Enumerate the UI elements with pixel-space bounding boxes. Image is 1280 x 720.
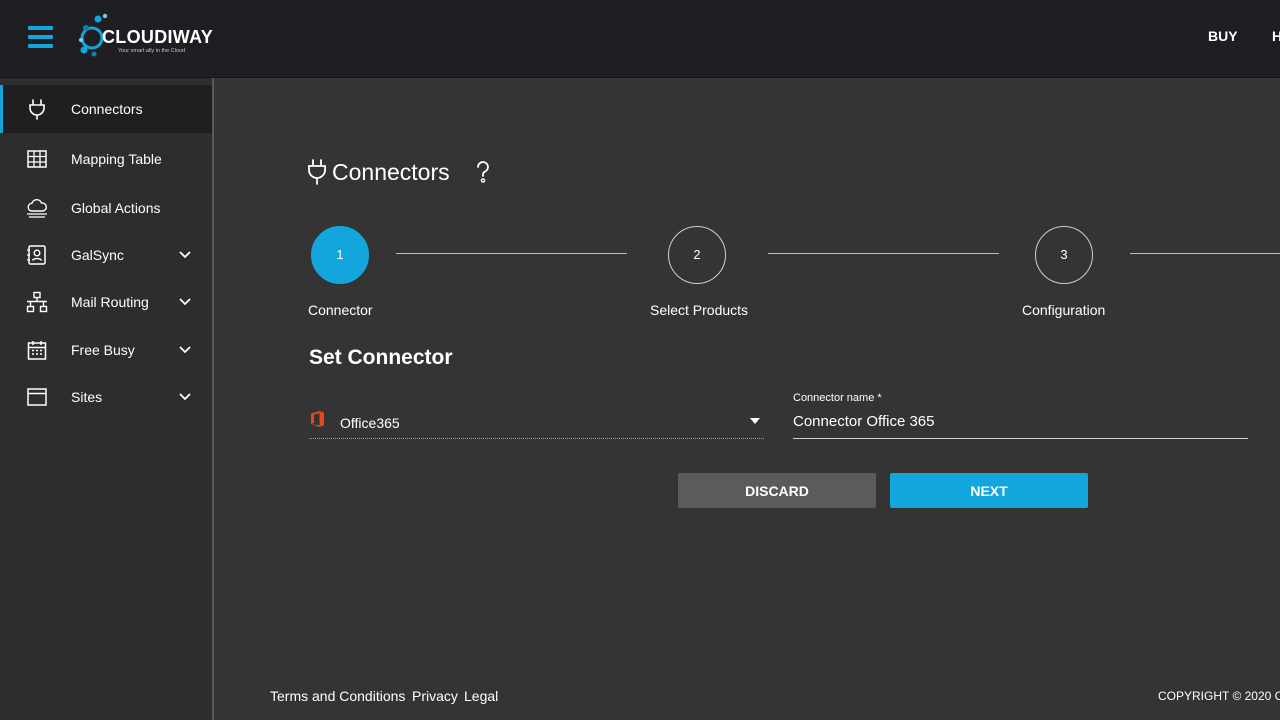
sidebar-item-label: Free Busy [71, 342, 135, 358]
connector-type-select[interactable]: Office365 [309, 406, 764, 439]
help-icon[interactable] [472, 159, 494, 185]
step-connector-line [768, 253, 999, 254]
header-link-truncated[interactable]: H [1272, 28, 1280, 44]
step-1-label: Connector [308, 302, 373, 318]
network-icon [26, 291, 48, 313]
plug-icon [306, 158, 328, 186]
sidebar-item-label: Mail Routing [71, 294, 149, 310]
browser-window-icon [26, 386, 48, 408]
chevron-down-icon[interactable] [178, 345, 192, 355]
legal-link[interactable]: Legal [464, 688, 498, 704]
step-2-circle[interactable]: 2 [668, 226, 726, 284]
sidebar-item-free-busy[interactable]: Free Busy [0, 326, 212, 374]
chevron-down-icon[interactable] [178, 297, 192, 307]
step-connector-line [1130, 253, 1280, 254]
hamburger-icon[interactable] [28, 26, 53, 48]
step-connector-line [396, 253, 627, 254]
sidebar-item-global-actions[interactable]: Global Actions [0, 184, 212, 232]
top-bar: CLOUDIWAY Your smart ally in the Cloud B… [0, 0, 1280, 78]
sidebar-item-sites[interactable]: Sites [0, 373, 212, 421]
step-3-circle[interactable]: 3 [1035, 226, 1093, 284]
sidebar-item-connectors[interactable]: Connectors [0, 85, 212, 133]
connector-name-label: Connector name * [793, 392, 882, 404]
sidebar-item-label: Sites [71, 389, 102, 405]
plug-icon [26, 98, 48, 120]
next-button[interactable]: NEXT [890, 473, 1088, 508]
sidebar-item-mail-routing[interactable]: Mail Routing [0, 278, 212, 326]
office365-icon [309, 410, 327, 428]
sidebar-item-label: Mapping Table [71, 151, 162, 167]
connector-type-value: Office365 [340, 415, 400, 431]
sidebar-item-label: Global Actions [71, 200, 161, 216]
section-title: Set Connector [309, 346, 453, 370]
connector-name-field: Connector name * [793, 392, 1248, 439]
step-1-circle[interactable]: 1 [311, 226, 369, 284]
sidebar-item-mapping-table[interactable]: Mapping Table [0, 135, 212, 183]
chevron-down-icon[interactable] [178, 250, 192, 260]
step-3-label: Configuration [1022, 302, 1105, 318]
page-title: Connectors [332, 159, 450, 186]
calendar-icon [26, 339, 48, 361]
buy-link[interactable]: BUY [1208, 28, 1238, 44]
sidebar: Connectors Mapping Table Global Actions … [0, 78, 214, 720]
logo-tagline: Your smart ally in the Cloud [118, 48, 185, 54]
privacy-link[interactable]: Privacy [412, 688, 458, 704]
logo-name: CLOUDIWAY [102, 27, 213, 48]
sidebar-item-label: GalSync [71, 247, 124, 263]
sidebar-item-galsync[interactable]: GalSync [0, 231, 212, 279]
logo[interactable]: CLOUDIWAY Your smart ally in the Cloud [78, 12, 218, 60]
step-2-label: Select Products [650, 302, 748, 318]
contact-book-icon [26, 244, 48, 266]
connector-name-input[interactable] [793, 410, 1248, 432]
chevron-down-icon[interactable] [178, 392, 192, 402]
table-icon [26, 148, 48, 170]
terms-link[interactable]: Terms and Conditions [270, 688, 405, 704]
cloud-icon [26, 197, 48, 219]
sidebar-item-label: Connectors [71, 101, 143, 117]
caret-down-icon[interactable] [750, 418, 760, 424]
discard-button[interactable]: DISCARD [678, 473, 876, 508]
copyright-text: COPYRIGHT © 2020 C [1158, 689, 1280, 703]
